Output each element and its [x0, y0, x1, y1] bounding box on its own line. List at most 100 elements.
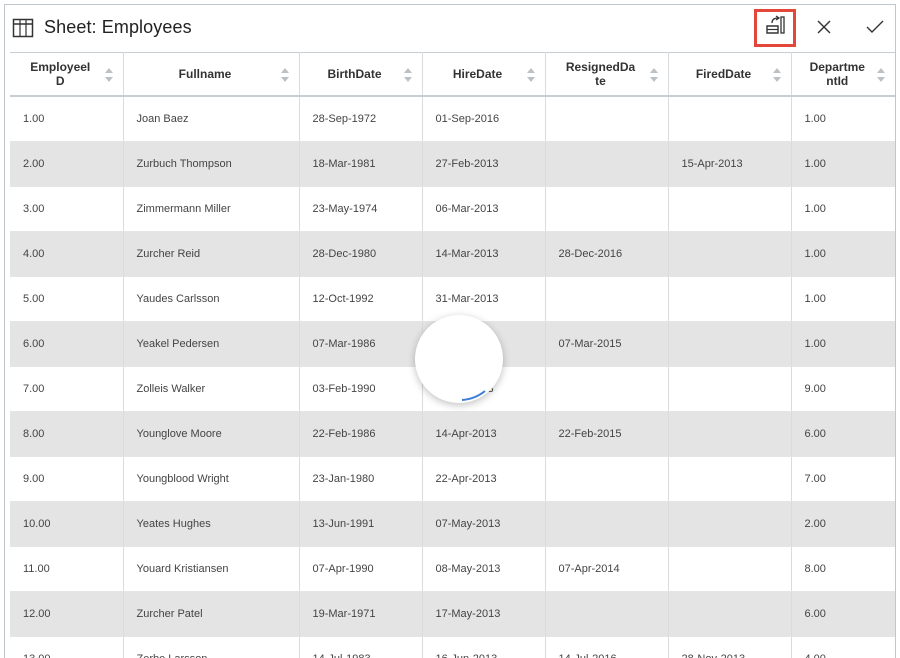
table-cell[interactable]: 23-May-1974 — [299, 186, 423, 232]
table-cell[interactable]: 28-Sep-1972 — [299, 96, 423, 142]
table-cell[interactable]: 7.00 — [10, 366, 124, 412]
table-cell[interactable] — [668, 186, 792, 232]
table-cell[interactable]: Youard Kristiansen — [123, 546, 300, 592]
table-cell[interactable]: 22-Feb-1986 — [299, 411, 423, 457]
table-cell[interactable]: 3.00 — [10, 186, 124, 232]
table-cell[interactable] — [545, 456, 669, 502]
table-row[interactable]: 12.00 Zurcher Patel 19-Mar-1971 17-May-2013… — [10, 591, 895, 637]
table-cell[interactable]: Zolleis Walker — [123, 366, 300, 412]
table-cell[interactable]: 06-Mar-2013 — [422, 186, 546, 232]
table-cell[interactable]: Joan Baez — [123, 96, 300, 142]
table-cell[interactable]: 12-Oct-1992 — [299, 276, 423, 322]
column-header-1[interactable]: Fullname — [123, 52, 300, 97]
table-cell[interactable]: Yeates Hughes — [123, 501, 300, 547]
table-cell[interactable] — [545, 501, 669, 547]
table-cell[interactable]: 07-May-2013 — [422, 501, 546, 547]
sort-arrows-icon[interactable] — [403, 67, 412, 83]
table-cell[interactable] — [668, 546, 792, 592]
table-cell[interactable] — [668, 501, 792, 547]
table-cell[interactable] — [545, 141, 669, 187]
table-cell[interactable]: Yaudes Carlsson — [123, 276, 300, 322]
table-cell[interactable]: 22-Apr-2013 — [422, 456, 546, 502]
table-cell[interactable]: 28-Dec-2016 — [545, 231, 669, 277]
table-cell[interactable]: 6.00 — [791, 411, 895, 457]
confirm-button[interactable] — [859, 13, 891, 45]
table-row[interactable]: 4.00 Zurcher Reid 28-Dec-1980 14-Mar-2013 28… — [10, 231, 895, 277]
table-cell[interactable]: 28-Nov-2013 — [668, 636, 792, 658]
table-cell[interactable]: 1.00 — [791, 321, 895, 367]
table-cell[interactable]: 1.00 — [791, 276, 895, 322]
table-cell[interactable] — [668, 591, 792, 637]
sort-arrows-icon[interactable] — [280, 67, 289, 83]
table-cell[interactable]: 9.00 — [791, 366, 895, 412]
table-cell[interactable]: 14-Jul-1983 — [299, 636, 423, 658]
table-cell[interactable]: 14-Mar-2013 — [422, 231, 546, 277]
close-button[interactable] — [808, 13, 840, 45]
table-cell[interactable]: 9.00 — [10, 456, 124, 502]
table-cell[interactable]: 2.00 — [791, 501, 895, 547]
table-cell[interactable]: 14-Jul-2016 — [545, 636, 669, 658]
table-cell[interactable]: 11.00 — [10, 546, 124, 592]
table-cell[interactable]: 27-Feb-2013 — [422, 141, 546, 187]
table-cell[interactable] — [545, 96, 669, 142]
table-cell[interactable]: 22-Feb-2015 — [545, 411, 669, 457]
table-cell[interactable]: 1.00 — [10, 96, 124, 142]
table-cell[interactable]: 13-Jun-1991 — [299, 501, 423, 547]
table-row[interactable]: 10.00 Yeates Hughes 13-Jun-1991 07-May-2013… — [10, 501, 895, 547]
table-cell[interactable]: Youngblood Wright — [123, 456, 300, 502]
table-cell[interactable]: Yeakel Pedersen — [123, 321, 300, 367]
table-cell[interactable]: 13.00 — [10, 636, 124, 658]
table-cell[interactable]: 07-Apr-2014 — [545, 546, 669, 592]
table-cell[interactable]: 4.00 — [10, 231, 124, 277]
table-cell[interactable]: 1.00 — [791, 141, 895, 187]
table-cell[interactable]: 12.00 — [10, 591, 124, 637]
column-header-5[interactable]: FiredDate — [668, 52, 792, 97]
sort-arrows-icon[interactable] — [649, 67, 658, 83]
table-cell[interactable]: 15-Apr-2013 — [668, 141, 792, 187]
table-cell[interactable]: 23-Jan-1980 — [299, 456, 423, 502]
table-cell[interactable] — [545, 276, 669, 322]
sort-arrows-icon[interactable] — [772, 67, 781, 83]
table-cell[interactable]: 6.00 — [791, 591, 895, 637]
table-cell[interactable]: Zerbe Larsson — [123, 636, 300, 658]
table-cell[interactable]: Zurbuch Thompson — [123, 141, 300, 187]
table-cell[interactable] — [668, 321, 792, 367]
table-cell[interactable] — [545, 186, 669, 232]
table-cell[interactable]: 14-Apr-2013 — [422, 411, 546, 457]
table-cell[interactable]: 19-Mar-1971 — [299, 591, 423, 637]
table-cell[interactable]: Zimmermann Miller — [123, 186, 300, 232]
table-cell[interactable]: 8.00 — [10, 411, 124, 457]
table-cell[interactable]: Zurcher Reid — [123, 231, 300, 277]
table-cell[interactable]: 17-May-2013 — [422, 591, 546, 637]
table-cell[interactable]: 1.00 — [791, 186, 895, 232]
table-row[interactable]: 8.00 Younglove Moore 22-Feb-1986 14-Apr-201… — [10, 411, 895, 457]
table-cell[interactable]: 7.00 — [791, 456, 895, 502]
table-row[interactable]: 1.00 Joan Baez 28-Sep-1972 01-Sep-2016 1.00 — [10, 96, 895, 142]
table-cell[interactable]: 07-Mar-2015 — [545, 321, 669, 367]
table-cell[interactable]: 1.00 — [791, 96, 895, 142]
sort-arrows-icon[interactable] — [104, 67, 113, 83]
table-cell[interactable]: 6.00 — [10, 321, 124, 367]
table-cell[interactable]: 5.00 — [10, 276, 124, 322]
autofit-columns-button[interactable] — [754, 9, 796, 47]
table-cell[interactable]: 4.00 — [791, 636, 895, 658]
table-cell[interactable]: 03-Feb-1990 — [299, 366, 423, 412]
table-cell[interactable]: Zurcher Patel — [123, 591, 300, 637]
column-header-6[interactable]: Departme ntId — [791, 52, 895, 97]
table-cell[interactable]: 07-Apr-1990 — [299, 546, 423, 592]
table-cell[interactable]: 1.00 — [791, 231, 895, 277]
table-cell[interactable]: 28-Dec-1980 — [299, 231, 423, 277]
table-cell[interactable]: 07-Mar-1986 — [299, 321, 423, 367]
table-cell[interactable]: 2.00 — [10, 141, 124, 187]
table-cell[interactable] — [668, 96, 792, 142]
table-cell[interactable] — [668, 366, 792, 412]
table-cell[interactable] — [668, 411, 792, 457]
column-header-2[interactable]: BirthDate — [299, 52, 423, 97]
sort-arrows-icon[interactable] — [526, 67, 535, 83]
column-header-4[interactable]: ResignedDa te — [545, 52, 669, 97]
table-cell[interactable] — [545, 366, 669, 412]
table-cell[interactable] — [668, 231, 792, 277]
table-cell[interactable]: Younglove Moore — [123, 411, 300, 457]
table-cell[interactable] — [668, 276, 792, 322]
table-cell[interactable]: 10.00 — [10, 501, 124, 547]
